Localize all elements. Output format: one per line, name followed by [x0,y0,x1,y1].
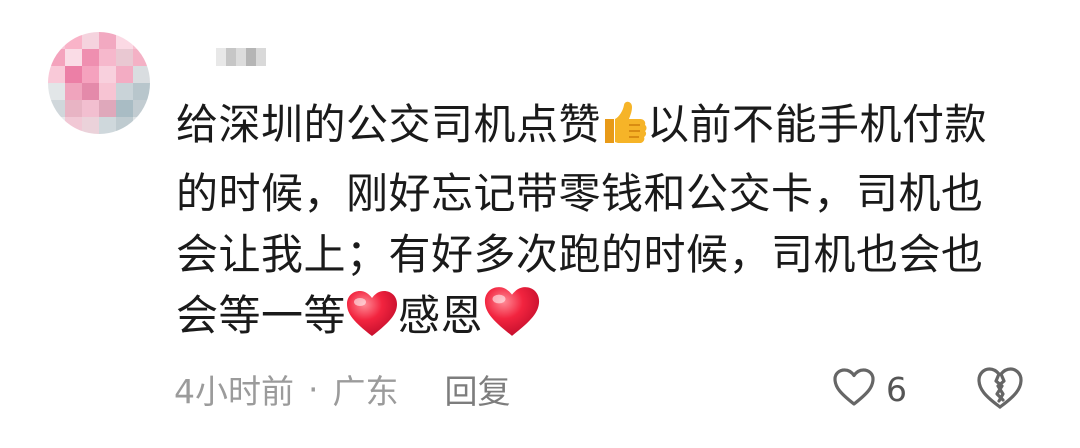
username-pixel [246,48,256,66]
avatar-pixel [99,49,116,66]
like-count: 6 [886,369,907,409]
comment-line: 给深圳的公交司机点赞 以前不能手机付款 [176,94,1056,163]
avatar-pixel [116,49,133,66]
avatar-pixel [133,66,150,83]
username-pixel [216,48,226,66]
avatar-pixel [116,32,133,49]
username[interactable] [216,48,266,66]
username-pixel [236,48,246,66]
avatar-pixel [48,32,65,49]
avatar-pixel [99,66,116,83]
avatar-pixel [48,49,65,66]
broken-heart-icon [975,367,1025,415]
avatar-pixel [65,83,82,100]
avatar[interactable] [48,32,150,134]
red-heart-emoji-icon [346,290,398,354]
avatar-pixel [82,49,99,66]
avatar-pixel [65,32,82,49]
meta-separator: · [308,369,319,409]
avatar-pixel [116,83,133,100]
avatar-pixel [65,66,82,83]
avatar-pixel [48,117,65,134]
comment-text: 给深圳的公交司机点赞 以前不能手机付款 的时候，刚好忘记带零钱和公交卡，司机也 … [176,94,1056,354]
avatar-pixel [65,100,82,117]
avatar-pixel [116,66,133,83]
comment-segment: 会等一等 [176,291,347,340]
avatar-pixel [48,83,65,100]
avatar-pixel [99,117,116,134]
comment-line: 的时候，刚好忘记带零钱和公交卡，司机也 [176,169,984,218]
reply-button[interactable]: 回复 [445,365,511,413]
avatar-pixel [116,117,133,134]
comment-segment: 给深圳的公交司机点赞 [176,100,602,149]
avatar-pixel [82,66,99,83]
avatar-pixel [133,49,150,66]
dislike-button[interactable] [975,365,1025,413]
comment-meta: 4小时前 · 广东 回复 [174,363,511,415]
red-heart-emoji-icon [483,286,541,354]
comment-line: 会等一等 感恩 [176,285,1056,354]
comment-line: 会让我上；有好多次跑的时候，司机也会也 [176,230,984,279]
comment-segment: 感恩 [398,291,484,340]
avatar-pixel [65,117,82,134]
avatar-pixel [99,83,116,100]
heart-outline-icon [832,367,876,411]
thumbs-up-emoji-icon [601,97,647,163]
like-button[interactable]: 6 [832,363,907,415]
avatar-pixel [48,66,65,83]
avatar-pixel [82,117,99,134]
avatar-pixel [133,83,150,100]
avatar-pixel [133,117,150,134]
avatar-pixel [65,49,82,66]
timestamp: 4小时前 [174,372,294,411]
avatar-pixel [99,100,116,117]
avatar-pixel [133,100,150,117]
avatar-pixel [116,100,133,117]
location: 广东 [332,372,399,411]
avatar-pixel [82,32,99,49]
avatar-pixel [99,32,116,49]
avatar-pixel [133,32,150,49]
avatar-pixel [82,83,99,100]
username-pixel [256,48,266,66]
comment-segment: 以前不能手机付款 [647,100,988,149]
avatar-pixel [48,100,65,117]
username-pixel [226,48,236,66]
avatar-pixel [82,100,99,117]
